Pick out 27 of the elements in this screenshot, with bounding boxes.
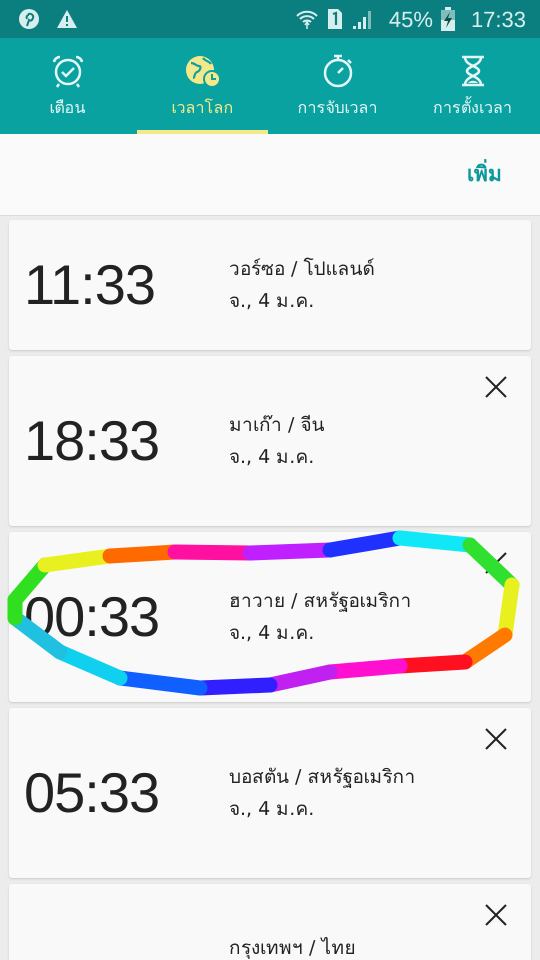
tab[interactable]: เวลาโลก xyxy=(135,38,270,134)
pinterest-icon xyxy=(18,8,40,30)
city-name: บอสตัน / สหรัฐอเมริกา xyxy=(229,764,416,790)
alarm-clock-icon xyxy=(50,54,84,88)
signal-icon xyxy=(350,8,373,30)
clock-date: จ., 4 ม.ค. xyxy=(229,621,316,646)
clock-date: จ., 4 ม.ค. xyxy=(229,445,316,470)
tab[interactable]: การจับเวลา xyxy=(270,38,405,134)
tab[interactable]: เตือน xyxy=(0,38,135,134)
clock-time: 17:33 xyxy=(470,6,526,34)
clock-time: 05:33 xyxy=(24,760,160,826)
battery-charging-icon xyxy=(440,7,455,31)
battery-percent: 45% xyxy=(388,6,433,34)
globe-clock-icon xyxy=(184,54,220,88)
city-name: วอร์ซอ / โปแลนด์ xyxy=(229,256,374,282)
clock-time: 11:33 xyxy=(24,252,156,318)
clock-date: จ., 4 ม.ค. xyxy=(229,289,316,314)
city-name: ฮาวาย / สหรัฐอเมริกา xyxy=(229,588,412,614)
clock-date: จ., 4 ม.ค. xyxy=(229,797,316,822)
city-name: มาเก๊า / จีน xyxy=(229,412,324,438)
add-button[interactable]: เพิ่ม xyxy=(455,152,514,196)
city-name: กรุงเทพฯ / ไทย xyxy=(229,936,356,960)
clock-time: 18:33 xyxy=(24,408,160,474)
wifi-icon xyxy=(294,8,319,30)
warning-icon xyxy=(56,9,78,29)
tab[interactable]: การตั้งเวลา xyxy=(405,38,540,134)
sim-icon xyxy=(326,8,343,30)
